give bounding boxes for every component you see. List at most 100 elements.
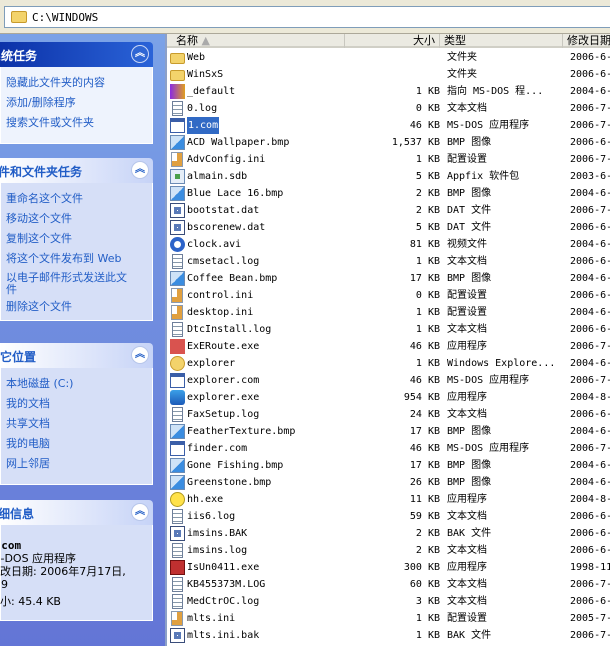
file-size: 46 KB xyxy=(409,443,440,454)
shared-documents-link[interactable]: 共享文档 xyxy=(6,414,152,434)
column-size[interactable]: 大小 xyxy=(345,34,440,48)
file-row[interactable]: Blue Lace 16.bmp 2 KB BMP 图像 2004-6-0 xyxy=(167,185,610,202)
file-row[interactable]: ACD Wallpaper.bmp 1,537 KB BMP 图像 2006-6-2 xyxy=(167,134,610,151)
bmp-icon xyxy=(170,458,185,473)
publish-web-link[interactable]: 将这个文件发布到 Web xyxy=(6,249,152,269)
file-tasks-header[interactable]: 文件和文件夹任务 ︽ xyxy=(0,158,153,183)
file-type: 配置设置 xyxy=(447,613,487,624)
file-row[interactable]: hh.exe 11 KB 应用程序 2004-8-4 xyxy=(167,491,610,508)
details-header[interactable]: 详细信息 ︽ xyxy=(0,500,153,525)
file-row[interactable]: iis6.log 59 KB 文本文档 2006-6-8 xyxy=(167,508,610,525)
file-row[interactable]: control.ini 0 KB 配置设置 2006-6-8 xyxy=(167,287,610,304)
hide-folder-contents-link[interactable]: 隐藏此文件夹的内容 xyxy=(6,73,152,93)
file-row[interactable]: clock.avi 81 KB 视频文件 2004-6-0 xyxy=(167,236,610,253)
file-row[interactable]: Gone Fishing.bmp 17 KB BMP 图像 2004-6-0 xyxy=(167,457,610,474)
delete-file-link[interactable]: 删除这个文件 xyxy=(6,297,152,317)
file-row[interactable]: explorer.com 46 KB MS-DOS 应用程序 2006-7- xyxy=(167,372,610,389)
other-places-header[interactable]: 其它位置 ︽ xyxy=(0,343,153,368)
file-row[interactable]: AdvConfig.ini 1 KB 配置设置 2006-7- xyxy=(167,151,610,168)
file-size: 1 KB xyxy=(415,358,440,369)
file-date: 2006-7- xyxy=(570,630,610,641)
file-row[interactable]: bscorenew.dat 5 KB DAT 文件 2006-6- xyxy=(167,219,610,236)
file-row[interactable]: imsins.log 2 KB 文本文档 2006-6-8 xyxy=(167,542,610,559)
file-list: 名称 ▲ 大小 类型 修改日期 Web 文件夹 2006-6-8 WinSxS 文件夹 2… xyxy=(165,34,610,646)
my-documents-link[interactable]: 我的文档 xyxy=(6,394,152,414)
file-row[interactable]: 1.com 46 KB MS-DOS 应用程序 2006-7- xyxy=(167,117,610,134)
file-row[interactable]: KB455373M.LOG 60 KB 文本文档 2006-7- xyxy=(167,576,610,593)
text-icon xyxy=(172,101,183,116)
file-row[interactable]: DtcInstall.log 1 KB 文本文档 2006-6-8 xyxy=(167,321,610,338)
file-row[interactable]: MedCtrOC.log 3 KB 文本文档 2006-6-8 xyxy=(167,593,610,610)
panel-title: 详细信息 xyxy=(0,507,35,521)
file-row[interactable]: FeatherTexture.bmp 17 KB BMP 图像 2004-6-0 xyxy=(167,423,610,440)
collapse-icon[interactable]: ︽ xyxy=(131,45,149,63)
file-name: MedCtrOC.log xyxy=(187,596,260,607)
file-tasks-panel: 文件和文件夹任务 ︽ 重命名这个文件 移动这个文件 复制这个文件 将这个文件发布… xyxy=(0,158,153,321)
address-input[interactable]: C:\WINDOWS xyxy=(4,6,610,28)
folder-icon xyxy=(170,70,185,81)
my-computer-link[interactable]: 我的电脑 xyxy=(6,434,152,454)
copy-file-link[interactable]: 复制这个文件 xyxy=(6,229,152,249)
file-size: 2 KB xyxy=(415,528,440,539)
file-row[interactable]: mlts.ini.bak 1 KB BAK 文件 2006-7- xyxy=(167,627,610,644)
file-type: 文本文档 xyxy=(447,579,487,590)
file-row[interactable]: cmsetacl.log 1 KB 文本文档 2006-6-8 xyxy=(167,253,610,270)
file-row[interactable]: bootstat.dat 2 KB DAT 文件 2006-7- xyxy=(167,202,610,219)
file-row[interactable]: almain.sdb 5 KB Appfix 软件包 2003-6- xyxy=(167,168,610,185)
dat-icon xyxy=(170,203,185,218)
file-date: 2006-6-8 xyxy=(570,596,610,607)
network-places-link[interactable]: 网上邻居 xyxy=(6,454,152,474)
file-row[interactable]: WinSxS 文件夹 2006-6-8 xyxy=(167,66,610,83)
file-size: 59 KB xyxy=(409,511,440,522)
search-files-link[interactable]: 搜索文件或文件夹 xyxy=(6,113,152,133)
file-name: explorer.exe xyxy=(187,392,260,403)
file-date: 2004-6-0 xyxy=(570,239,610,250)
file-row[interactable]: finder.com 46 KB MS-DOS 应用程序 2006-7- xyxy=(167,440,610,457)
file-row[interactable]: IsUn0411.exe 300 KB 应用程序 1998-11- xyxy=(167,559,610,576)
file-name: AdvConfig.ini xyxy=(187,154,266,165)
email-file-link[interactable]: 以电子邮件形式发送此文件 xyxy=(6,272,131,296)
file-type: 文本文档 xyxy=(447,409,487,420)
file-row[interactable]: FaxSetup.log 24 KB 文本文档 2006-6-8 xyxy=(167,406,610,423)
add-remove-programs-link[interactable]: 添加/删除程序 xyxy=(6,93,152,113)
file-type: 文件夹 xyxy=(447,69,477,80)
file-row[interactable]: imsins.BAK 2 KB BAK 文件 2006-6-8 xyxy=(167,525,610,542)
file-row[interactable]: Coffee Bean.bmp 17 KB BMP 图像 2004-6-0 xyxy=(167,270,610,287)
column-date[interactable]: 修改日期 xyxy=(563,34,610,48)
file-size: 954 KB xyxy=(403,392,440,403)
file-type: 文本文档 xyxy=(447,545,487,556)
file-type: BMP 图像 xyxy=(447,460,492,471)
file-name: clock.avi xyxy=(187,239,242,250)
file-name: finder.com xyxy=(187,443,248,454)
file-type: BAK 文件 xyxy=(447,630,492,641)
file-row[interactable]: _default 1 KB 指向 MS-DOS 程... 2004-6-0 xyxy=(167,83,610,100)
file-name: iis6.log xyxy=(187,511,236,522)
file-row[interactable]: Web 文件夹 2006-6-8 xyxy=(167,49,610,66)
file-row[interactable]: ExERoute.exe 46 KB 应用程序 2006-7- xyxy=(167,338,610,355)
file-type: 文本文档 xyxy=(447,256,487,267)
local-disk-link[interactable]: 本地磁盘 (C:) xyxy=(6,374,152,394)
column-type[interactable]: 类型 xyxy=(440,34,563,48)
file-row[interactable]: mlts.ini 1 KB 配置设置 2005-7- xyxy=(167,610,610,627)
system-tasks-header[interactable]: 系统任务 ︽ xyxy=(0,42,153,67)
file-size: 17 KB xyxy=(409,273,440,284)
file-row[interactable]: explorer.exe 954 KB 应用程序 2004-8-4 xyxy=(167,389,610,406)
panel-title: 文件和文件夹任务 xyxy=(0,165,83,179)
collapse-icon[interactable]: ︽ xyxy=(131,346,149,364)
file-row[interactable]: Greenstone.bmp 26 KB BMP 图像 2004-6-0 xyxy=(167,474,610,491)
collapse-icon[interactable]: ︽ xyxy=(131,503,149,521)
file-size: 2 KB xyxy=(415,205,440,216)
file-name: ACD Wallpaper.bmp xyxy=(187,137,290,148)
rename-file-link[interactable]: 重命名这个文件 xyxy=(6,189,152,209)
move-file-link[interactable]: 移动这个文件 xyxy=(6,209,152,229)
bmp-icon xyxy=(170,475,185,490)
file-type: 视频文件 xyxy=(447,239,487,250)
dos-icon xyxy=(170,118,185,133)
file-row[interactable]: desktop.ini 1 KB 配置设置 2004-6-0 xyxy=(167,304,610,321)
collapse-icon[interactable]: ︽ xyxy=(131,161,149,179)
file-row[interactable]: 0.log 0 KB 文本文档 2006-7- xyxy=(167,100,610,117)
file-row[interactable]: explorer 1 KB Windows Explore... 2004-6-0 xyxy=(167,355,610,372)
column-name[interactable]: 名称 ▲ xyxy=(167,34,345,48)
file-size: 1 KB xyxy=(415,307,440,318)
bmp-icon xyxy=(170,135,185,150)
